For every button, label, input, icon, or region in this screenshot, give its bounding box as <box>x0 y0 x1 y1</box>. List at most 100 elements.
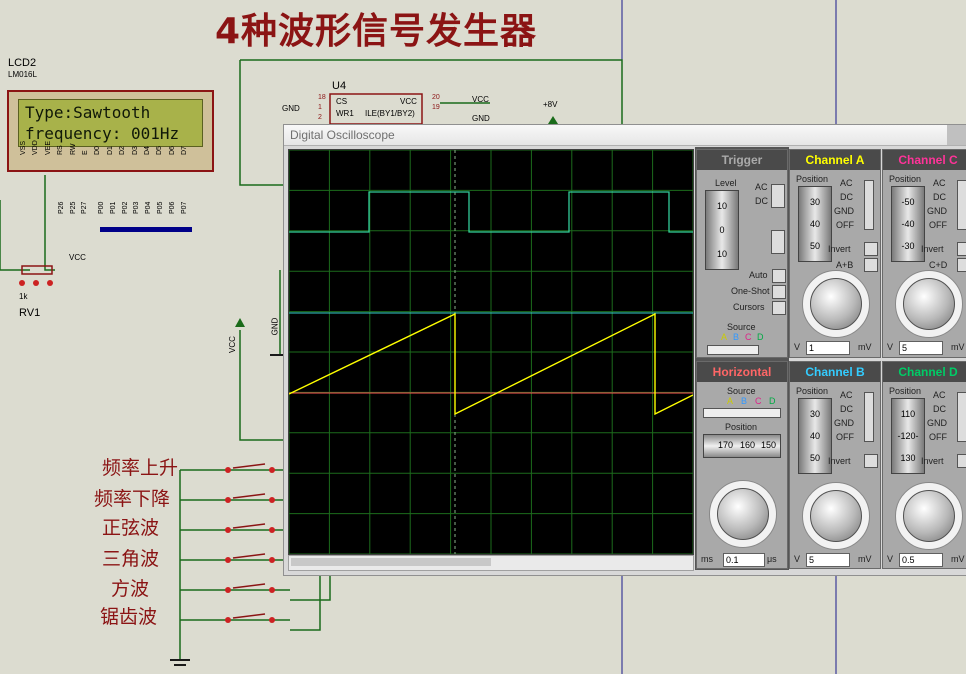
volts-knob[interactable] <box>903 278 955 330</box>
trigger-coupling-switch[interactable] <box>771 184 785 208</box>
horizontal-panel: Horizontal Source A B C D Position 170 1… <box>696 361 788 569</box>
lcd-line-1: Type:Sawtooth <box>25 103 151 122</box>
trigger-edge-switch[interactable] <box>771 230 785 254</box>
close-icon[interactable] <box>947 125 966 145</box>
channel-d-position-drum[interactable]: 110 -120- 130 <box>891 398 925 474</box>
coupling-switch[interactable] <box>957 392 966 442</box>
lcd-net-p05: P05 <box>157 201 164 214</box>
lcd-pin-rw: RW <box>69 143 77 155</box>
u4-pin-20: 20 <box>432 94 440 101</box>
gnd-label-u4: GND <box>282 104 300 113</box>
pushbutton-freq-down[interactable] <box>233 492 273 504</box>
coupling-switch[interactable] <box>864 180 874 230</box>
trigger-source-c: C <box>745 332 752 342</box>
volts-knob[interactable] <box>903 490 955 542</box>
u4-pin-18: 18 <box>318 94 326 101</box>
channel-a-position-drum[interactable]: 30 40 50 <box>798 186 832 262</box>
volts-value-field[interactable]: 0.5 <box>899 553 943 567</box>
volts-unit-mv: mV <box>951 342 965 352</box>
button-label-square: 方波 <box>111 578 150 600</box>
button-label-freq-up: 频率上升 <box>102 457 179 479</box>
invert-label: Invert <box>921 244 944 254</box>
rv1-ref: RV1 <box>19 307 41 319</box>
volts-knob[interactable] <box>810 490 862 542</box>
lcd-pin-d4: D4 <box>144 146 151 155</box>
timebase-unit-us: μs <box>767 554 777 564</box>
sum-label: C+D <box>929 260 948 270</box>
oscilloscope-window[interactable]: Digital Oscilloscope Trigger Level 10 0 … <box>283 124 966 576</box>
pushbutton-freq-up[interactable] <box>233 462 273 474</box>
horizontal-source-a: A <box>727 396 734 406</box>
invert-toggle[interactable] <box>957 242 966 256</box>
invert-toggle[interactable] <box>864 242 878 256</box>
volts-unit-v: V <box>887 554 894 564</box>
trigger-horizontal-column: Trigger Level 10 0 10 AC DC Auto One-Sho… <box>695 147 789 570</box>
channel-b-position-label: Position <box>796 386 829 396</box>
horizontal-position-drum[interactable]: 170 160 150 <box>703 434 781 458</box>
volts-unit-mv: mV <box>951 554 965 564</box>
pushbutton-square[interactable] <box>233 582 273 594</box>
gnd-label-u4b: GND <box>472 114 490 123</box>
horizontal-source-label: Source <box>727 386 756 396</box>
horizontal-position-label: Position <box>725 422 758 432</box>
trigger-cursors-label: Cursors <box>733 302 765 312</box>
coupling-gnd-label: GND <box>927 206 947 216</box>
trigger-source-a: A <box>721 332 728 342</box>
scope-screen[interactable] <box>288 149 694 555</box>
trigger-oneshot-toggle[interactable] <box>772 285 786 299</box>
pushbutton-triangle[interactable] <box>233 552 273 564</box>
coupling-ac-label: AC <box>840 390 853 400</box>
trigger-level-drum[interactable]: 10 0 10 <box>705 190 739 270</box>
timebase-value-field[interactable]: 0.1 <box>723 553 765 567</box>
u4-ref: U4 <box>332 80 347 92</box>
volts-value-field[interactable]: 1 <box>806 341 850 355</box>
volts-unit-v: V <box>887 342 894 352</box>
trigger-dc-label: DC <box>755 196 768 206</box>
coupling-switch[interactable] <box>864 392 874 442</box>
invert-toggle[interactable] <box>864 454 878 468</box>
trigger-cursors-toggle[interactable] <box>772 301 786 315</box>
channel-a-header: Channel A <box>790 150 880 170</box>
channel-d-panel: Channel D Position 110 -120- 130 AC DC GND OFF In… <box>882 361 966 569</box>
trigger-header: Trigger <box>697 150 787 170</box>
button-label-sawtooth: 锯齿波 <box>100 606 158 628</box>
lcd-display[interactable]: Type:Sawtooth frequency: 001Hz <box>7 90 214 172</box>
sum-toggle[interactable] <box>957 258 966 272</box>
volts-knob[interactable] <box>810 278 862 330</box>
timebase-knob[interactable] <box>717 488 769 540</box>
horizontal-source-c: C <box>755 396 762 406</box>
volts-value-field[interactable]: 5 <box>806 553 850 567</box>
scope-traces <box>288 149 694 555</box>
lcd-pin-d5: D5 <box>156 146 164 155</box>
horizontal-source-b: B <box>741 396 748 406</box>
oscilloscope-titlebar[interactable]: Digital Oscilloscope <box>284 125 966 146</box>
channel-c-position-drum[interactable]: -50 -40 -30 <box>891 186 925 262</box>
coupling-dc-label: DC <box>840 192 853 202</box>
coupling-ac-label: AC <box>933 390 946 400</box>
channel-b-position-drum[interactable]: 30 40 50 <box>798 398 832 474</box>
trigger-source-slider[interactable] <box>707 345 759 355</box>
u4-pin-1: 1 <box>318 104 322 111</box>
lcd-net-p25: P25 <box>69 201 77 214</box>
channel-b-panel: Channel B Position 30 40 50 AC DC GND OFF Invert V… <box>789 361 881 569</box>
scope-horizontal-scrollbar[interactable] <box>288 555 694 571</box>
sum-toggle[interactable] <box>864 258 878 272</box>
coupling-ac-label: AC <box>840 178 853 188</box>
volts-value-field[interactable]: 5 <box>899 341 943 355</box>
trigger-ac-label: AC <box>755 182 768 192</box>
horizontal-header: Horizontal <box>697 362 787 382</box>
coupling-switch[interactable] <box>957 180 966 230</box>
lcd-net-p07: P07 <box>180 201 188 214</box>
channel-c-panel: Channel C Position -50 -40 -30 AC DC GND OFF Inve… <box>882 149 966 358</box>
coupling-gnd-label: GND <box>834 418 854 428</box>
pushbutton-sawtooth[interactable] <box>233 612 273 624</box>
lcd-pin-vss: VSS <box>20 140 27 155</box>
lcd-pin-rs: RS <box>57 145 65 155</box>
u4-pin-vcc: VCC <box>400 97 417 106</box>
pushbutton-sine[interactable] <box>233 522 273 534</box>
invert-toggle[interactable] <box>957 454 966 468</box>
lcd-pin-vee: VEE <box>44 140 52 155</box>
horizontal-source-slider[interactable] <box>703 408 781 418</box>
button-label-freq-down: 频率下降 <box>94 488 171 510</box>
trigger-auto-toggle[interactable] <box>772 269 786 283</box>
